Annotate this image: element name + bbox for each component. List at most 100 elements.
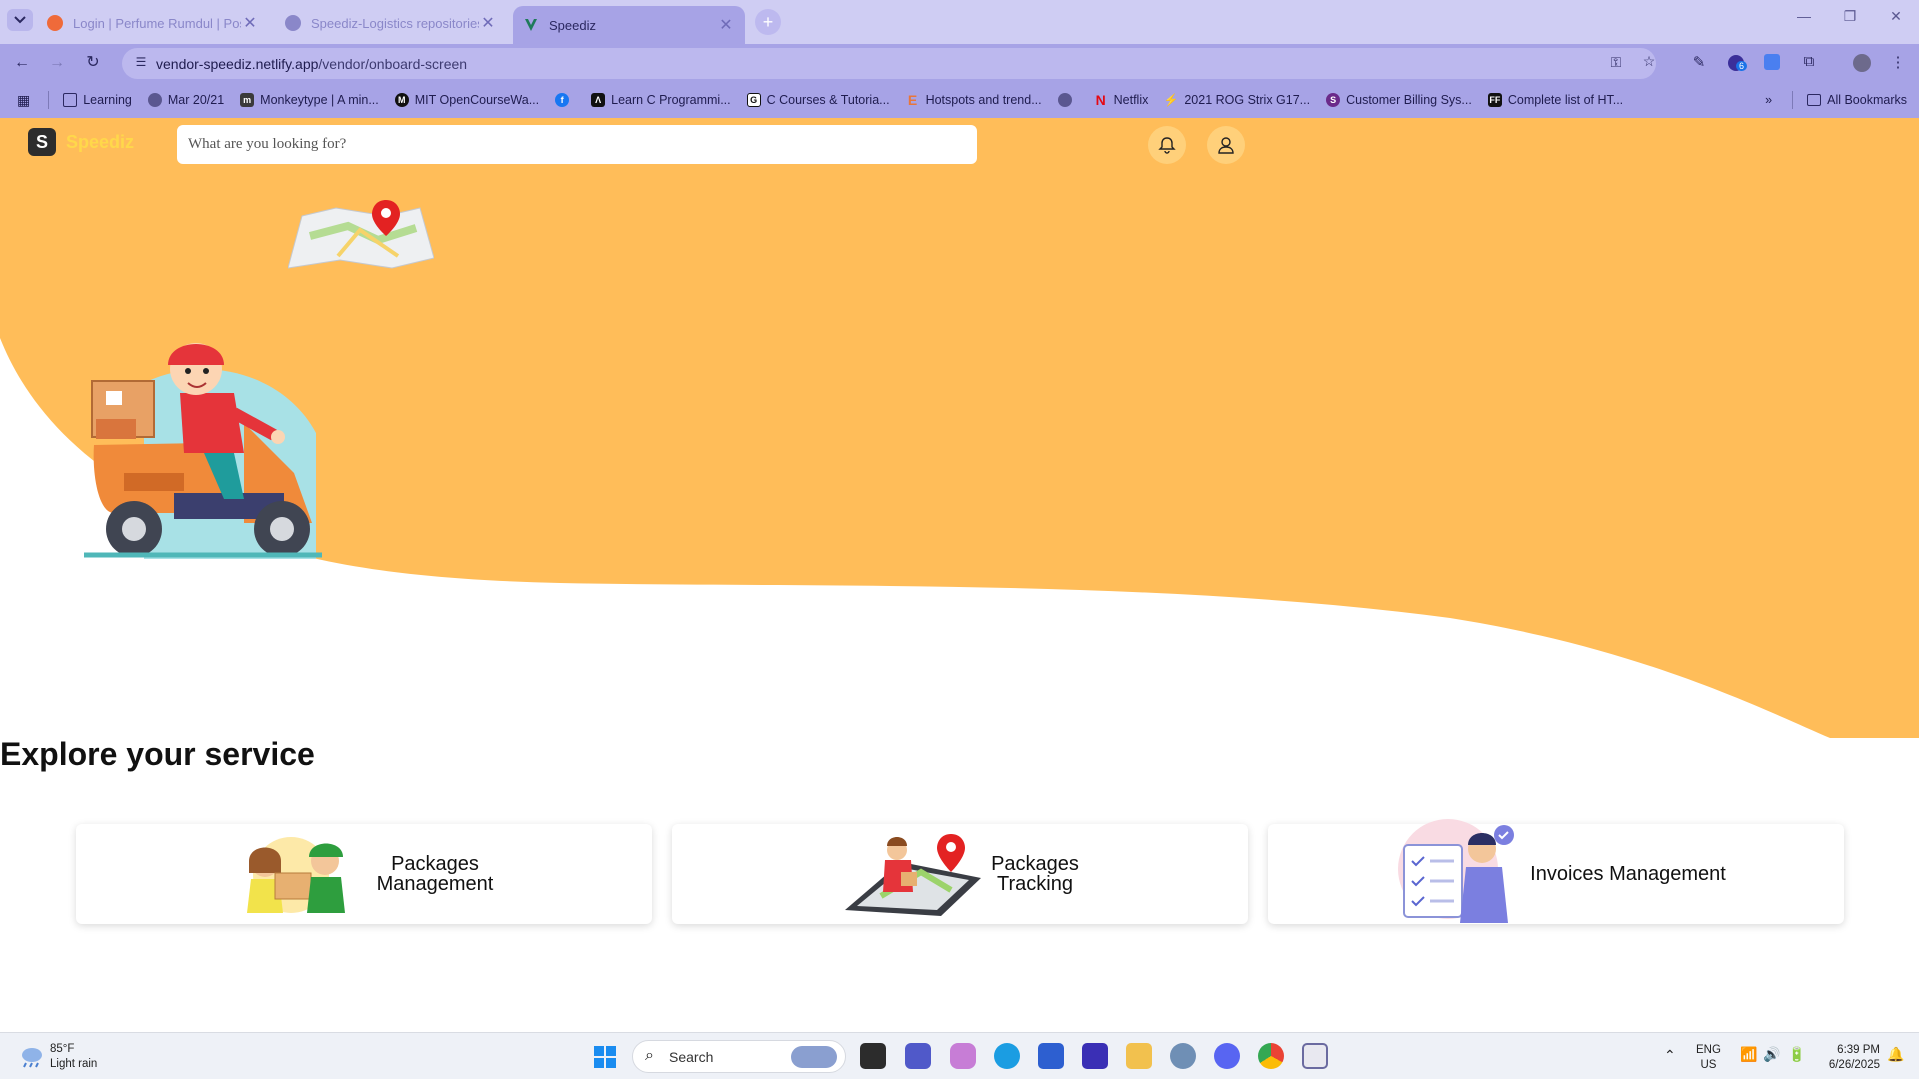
- language-code: ENG: [1696, 1044, 1721, 1056]
- close-window-icon[interactable]: ✕: [1876, 8, 1916, 25]
- show-hidden-icons-chevron-icon[interactable]: ⌃: [1664, 1047, 1676, 1064]
- folder-icon: [1807, 94, 1822, 106]
- restore-window-icon[interactable]: ❐: [1830, 8, 1870, 25]
- edge-browser-icon[interactable]: [994, 1043, 1020, 1069]
- map-pin-illustration: [288, 200, 434, 269]
- chrome-icon[interactable]: [1258, 1043, 1284, 1069]
- bookmarks-divider: [1792, 91, 1794, 109]
- translate-extension-icon[interactable]: [1762, 53, 1782, 73]
- bookmark-facebook[interactable]: f: [555, 93, 575, 107]
- bookmarks-bar: ▦ Learning Mar 20/21 m Monkeytype | A min…: [0, 82, 1919, 118]
- tab-search-chevron-icon[interactable]: [7, 9, 33, 31]
- app-logo[interactable]: S Speediz: [28, 128, 134, 156]
- people-with-package-icon: [246, 837, 345, 913]
- bookmark-label: Mar 20/21: [167, 93, 225, 107]
- visual-studio-icon[interactable]: [1082, 1043, 1108, 1069]
- forward-arrow-icon[interactable]: →: [47, 53, 67, 73]
- teams-icon[interactable]: [905, 1043, 931, 1069]
- browser-menu-icon[interactable]: ⋮: [1888, 53, 1908, 73]
- bookmark-star-icon[interactable]: ☆: [1640, 53, 1658, 71]
- bookmark-rog-strix[interactable]: ⚡ 2021 ROG Strix G17...: [1164, 93, 1310, 107]
- taskbar-search-box[interactable]: ⌕ Search: [632, 1040, 846, 1073]
- packages-tracking-card[interactable]: Packages Tracking: [672, 824, 1248, 924]
- apps-grid-icon[interactable]: ▦: [17, 92, 30, 109]
- logo-mark: S: [28, 128, 56, 156]
- profile-button[interactable]: [1207, 126, 1245, 164]
- bookmark-monkeytype[interactable]: m Monkeytype | A min...: [240, 93, 379, 107]
- profile-avatar[interactable]: [1852, 53, 1872, 73]
- microsoft-store-icon[interactable]: [1038, 1043, 1064, 1069]
- volume-icon[interactable]: 🔊: [1763, 1046, 1780, 1063]
- card-label-line: Invoices Management: [1530, 863, 1726, 885]
- snipping-tool-icon[interactable]: [1302, 1043, 1328, 1069]
- close-tab-icon[interactable]: ✕: [479, 13, 497, 33]
- more-bookmarks-chevron-icon[interactable]: »: [1765, 93, 1772, 107]
- weather-widget[interactable]: 85°F Light rain: [18, 1042, 97, 1072]
- speediz-page: S Speediz Exp: [0, 118, 1919, 1032]
- ff-icon: FF: [1487, 93, 1502, 107]
- bookmark-learning[interactable]: Learning: [63, 93, 132, 107]
- file-explorer-icon[interactable]: [1126, 1043, 1152, 1069]
- bookmark-customer-billing[interactable]: S Customer Billing Sys...: [1326, 93, 1472, 107]
- close-tab-icon[interactable]: ✕: [241, 13, 259, 33]
- language-indicator[interactable]: ENG US: [1696, 1043, 1721, 1073]
- bookmark-label: Learning: [83, 93, 132, 107]
- site-info-icon[interactable]: ☰: [132, 55, 150, 73]
- address-bar[interactable]: ☰ vendor-speediz.netlify.app/vendor/onbo…: [122, 48, 1656, 79]
- search-input[interactable]: [177, 125, 977, 164]
- browser-toolbar: ← → ↻ ☰ vendor-speediz.netlify.app/vendo…: [0, 44, 1919, 82]
- reload-icon[interactable]: ↻: [83, 53, 103, 73]
- back-arrow-icon[interactable]: ←: [12, 53, 32, 73]
- extensions-puzzle-icon[interactable]: ⧉: [1799, 53, 1819, 73]
- card-label-line: Management: [376, 873, 494, 895]
- discord-icon[interactable]: [1214, 1043, 1240, 1069]
- tab-title: Speediz: [549, 17, 596, 33]
- clock-date: 6/26/2025: [1828, 1059, 1880, 1071]
- bookmark-hotspots[interactable]: E Hotspots and trend...: [906, 92, 1042, 108]
- clock-time: 6:39 PM: [1837, 1044, 1880, 1056]
- bookmark-netflix[interactable]: N Netflix: [1094, 92, 1149, 108]
- globe-icon: [1057, 93, 1072, 107]
- bookmark-mit-ocw[interactable]: M MIT OpenCourseWa...: [394, 93, 539, 107]
- copilot-icon[interactable]: [950, 1043, 976, 1069]
- bookmark-label: Monkeytype | A min...: [260, 93, 379, 107]
- hotspots-icon: E: [907, 92, 918, 108]
- search-icon: ⌕: [645, 1047, 654, 1064]
- bookmark-learn-c[interactable]: Λ Learn C Programmi...: [591, 93, 731, 107]
- learn-c-icon: Λ: [591, 93, 606, 107]
- tab-title: Speediz-Logistics repositories: [311, 15, 479, 31]
- pen-extension-icon[interactable]: ✎: [1689, 53, 1709, 73]
- speediz-favicon-icon: [523, 17, 539, 33]
- battery-icon[interactable]: 🔋: [1788, 1046, 1805, 1063]
- notification-bell-button[interactable]: [1148, 126, 1186, 164]
- all-bookmarks-link[interactable]: All Bookmarks: [1827, 93, 1907, 107]
- bookmarks-overflow: » All Bookmarks: [1765, 91, 1907, 109]
- tab-speediz[interactable]: Speediz ✕: [513, 6, 745, 44]
- tab-title: Login | Perfume Rumdul | Postm: [73, 15, 241, 31]
- bookmark-label: Complete list of HT...: [1507, 93, 1624, 107]
- tab-postman-login[interactable]: Login | Perfume Rumdul | Postm ✕: [37, 6, 269, 40]
- folder-icon: [63, 93, 78, 107]
- minimize-window-icon[interactable]: —: [1784, 8, 1824, 24]
- bookmark-c-courses[interactable]: G C Courses & Tutoria...: [746, 93, 890, 107]
- new-tab-plus-icon[interactable]: +: [755, 9, 781, 35]
- explore-section-title: Explore your service: [0, 736, 315, 772]
- password-key-icon[interactable]: ⚿: [1607, 54, 1625, 72]
- bookmarks-divider: [48, 91, 50, 109]
- region-code: US: [1700, 1059, 1717, 1071]
- card-label-line: Packages: [991, 853, 1079, 875]
- bookmark-html-list[interactable]: FF Complete list of HT...: [1487, 93, 1624, 107]
- wifi-icon[interactable]: 📶: [1740, 1046, 1757, 1063]
- notification-center-icon[interactable]: 🔔: [1887, 1046, 1904, 1063]
- clock[interactable]: 6:39 PM 6/26/2025: [1815, 1043, 1880, 1073]
- packages-management-card[interactable]: Packages Management: [76, 824, 652, 924]
- bookmark-mar-20-21[interactable]: Mar 20/21: [147, 93, 225, 107]
- bookmark-globe[interactable]: [1057, 93, 1078, 107]
- invoices-management-card[interactable]: Invoices Management: [1268, 819, 1844, 924]
- globe-app-icon[interactable]: [1170, 1043, 1196, 1069]
- task-view-icon[interactable]: [860, 1043, 886, 1069]
- extension-badge-icon[interactable]: 6: [1726, 53, 1748, 73]
- windows-start-icon[interactable]: [593, 1045, 619, 1071]
- tab-github-repositories[interactable]: Speediz-Logistics repositories ✕: [275, 6, 507, 40]
- close-tab-icon[interactable]: ✕: [717, 15, 735, 35]
